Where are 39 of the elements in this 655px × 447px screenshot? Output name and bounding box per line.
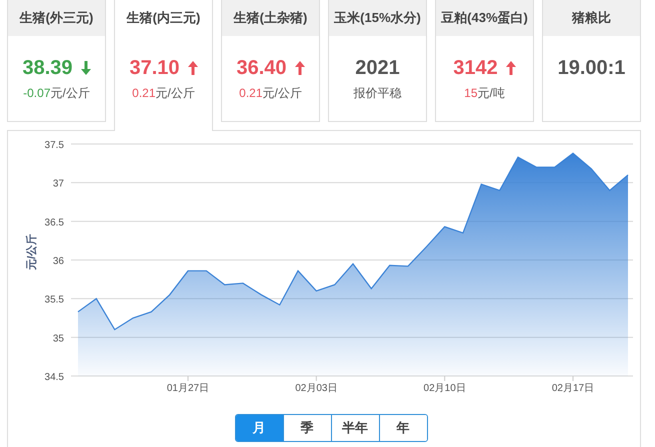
tab-title: 猪粮比	[543, 0, 640, 36]
y-tick-label: 36	[52, 256, 64, 267]
price-tab[interactable]: 生猪(内三元) 37.10 0.21元/公斤	[114, 0, 213, 130]
tab-title: 生猪(外三元)	[8, 0, 105, 36]
price-tab[interactable]: 生猪(土杂猪) 36.40 0.21元/公斤	[221, 0, 320, 122]
tab-title: 生猪(土杂猪)	[222, 0, 319, 36]
y-tick-label: 34.5	[44, 372, 64, 383]
up-arrow-icon	[506, 61, 516, 75]
y-tick-label: 36.5	[44, 217, 64, 228]
price-change: -0.07元/公斤	[23, 85, 90, 102]
tab-title: 豆粕(43%蛋白)	[436, 0, 533, 36]
x-tick-label: 02月17日	[552, 383, 594, 394]
x-tick-label: 01月27日	[166, 383, 210, 394]
price-tab[interactable]: 玉米(15%水分) 2021 报价平稳	[328, 0, 427, 122]
price-change: 15元/吨	[464, 85, 505, 102]
price-value: 38.39	[22, 56, 73, 81]
y-tick-label: 37	[52, 178, 64, 190]
price-value: 36.40	[236, 56, 287, 81]
period-tab[interactable]: 年	[378, 415, 426, 441]
price-value: 19.00:1	[558, 56, 626, 81]
price-value: 37.10	[129, 56, 180, 81]
y-tick-label: 35.5	[44, 294, 64, 306]
price-value: 3142	[453, 56, 498, 81]
y-axis-title: 元/公斤	[26, 234, 38, 270]
x-tick-label: 02月10日	[424, 383, 466, 394]
up-arrow-icon	[188, 61, 198, 75]
price-tab[interactable]: 豆粕(43%蛋白) 3142 15元/吨	[435, 0, 534, 122]
y-tick-label: 37.5	[44, 140, 64, 151]
price-tab[interactable]: 生猪(外三元) 38.39 -0.07元/公斤	[7, 0, 106, 122]
price-tab[interactable]: 猪粮比 19.00:1	[542, 0, 641, 122]
price-change: 0.21元/公斤	[132, 85, 195, 102]
price-value: 2021	[355, 56, 400, 81]
x-tick-label: 02月03日	[295, 383, 338, 394]
up-arrow-icon	[294, 61, 305, 75]
y-tick-label: 35	[52, 333, 64, 344]
price-change: 0.21元/公斤	[239, 85, 302, 102]
down-arrow-icon	[80, 61, 91, 75]
price-note: 报价平稳	[354, 85, 402, 102]
tab-title: 玉米(15%水分)	[329, 0, 426, 36]
